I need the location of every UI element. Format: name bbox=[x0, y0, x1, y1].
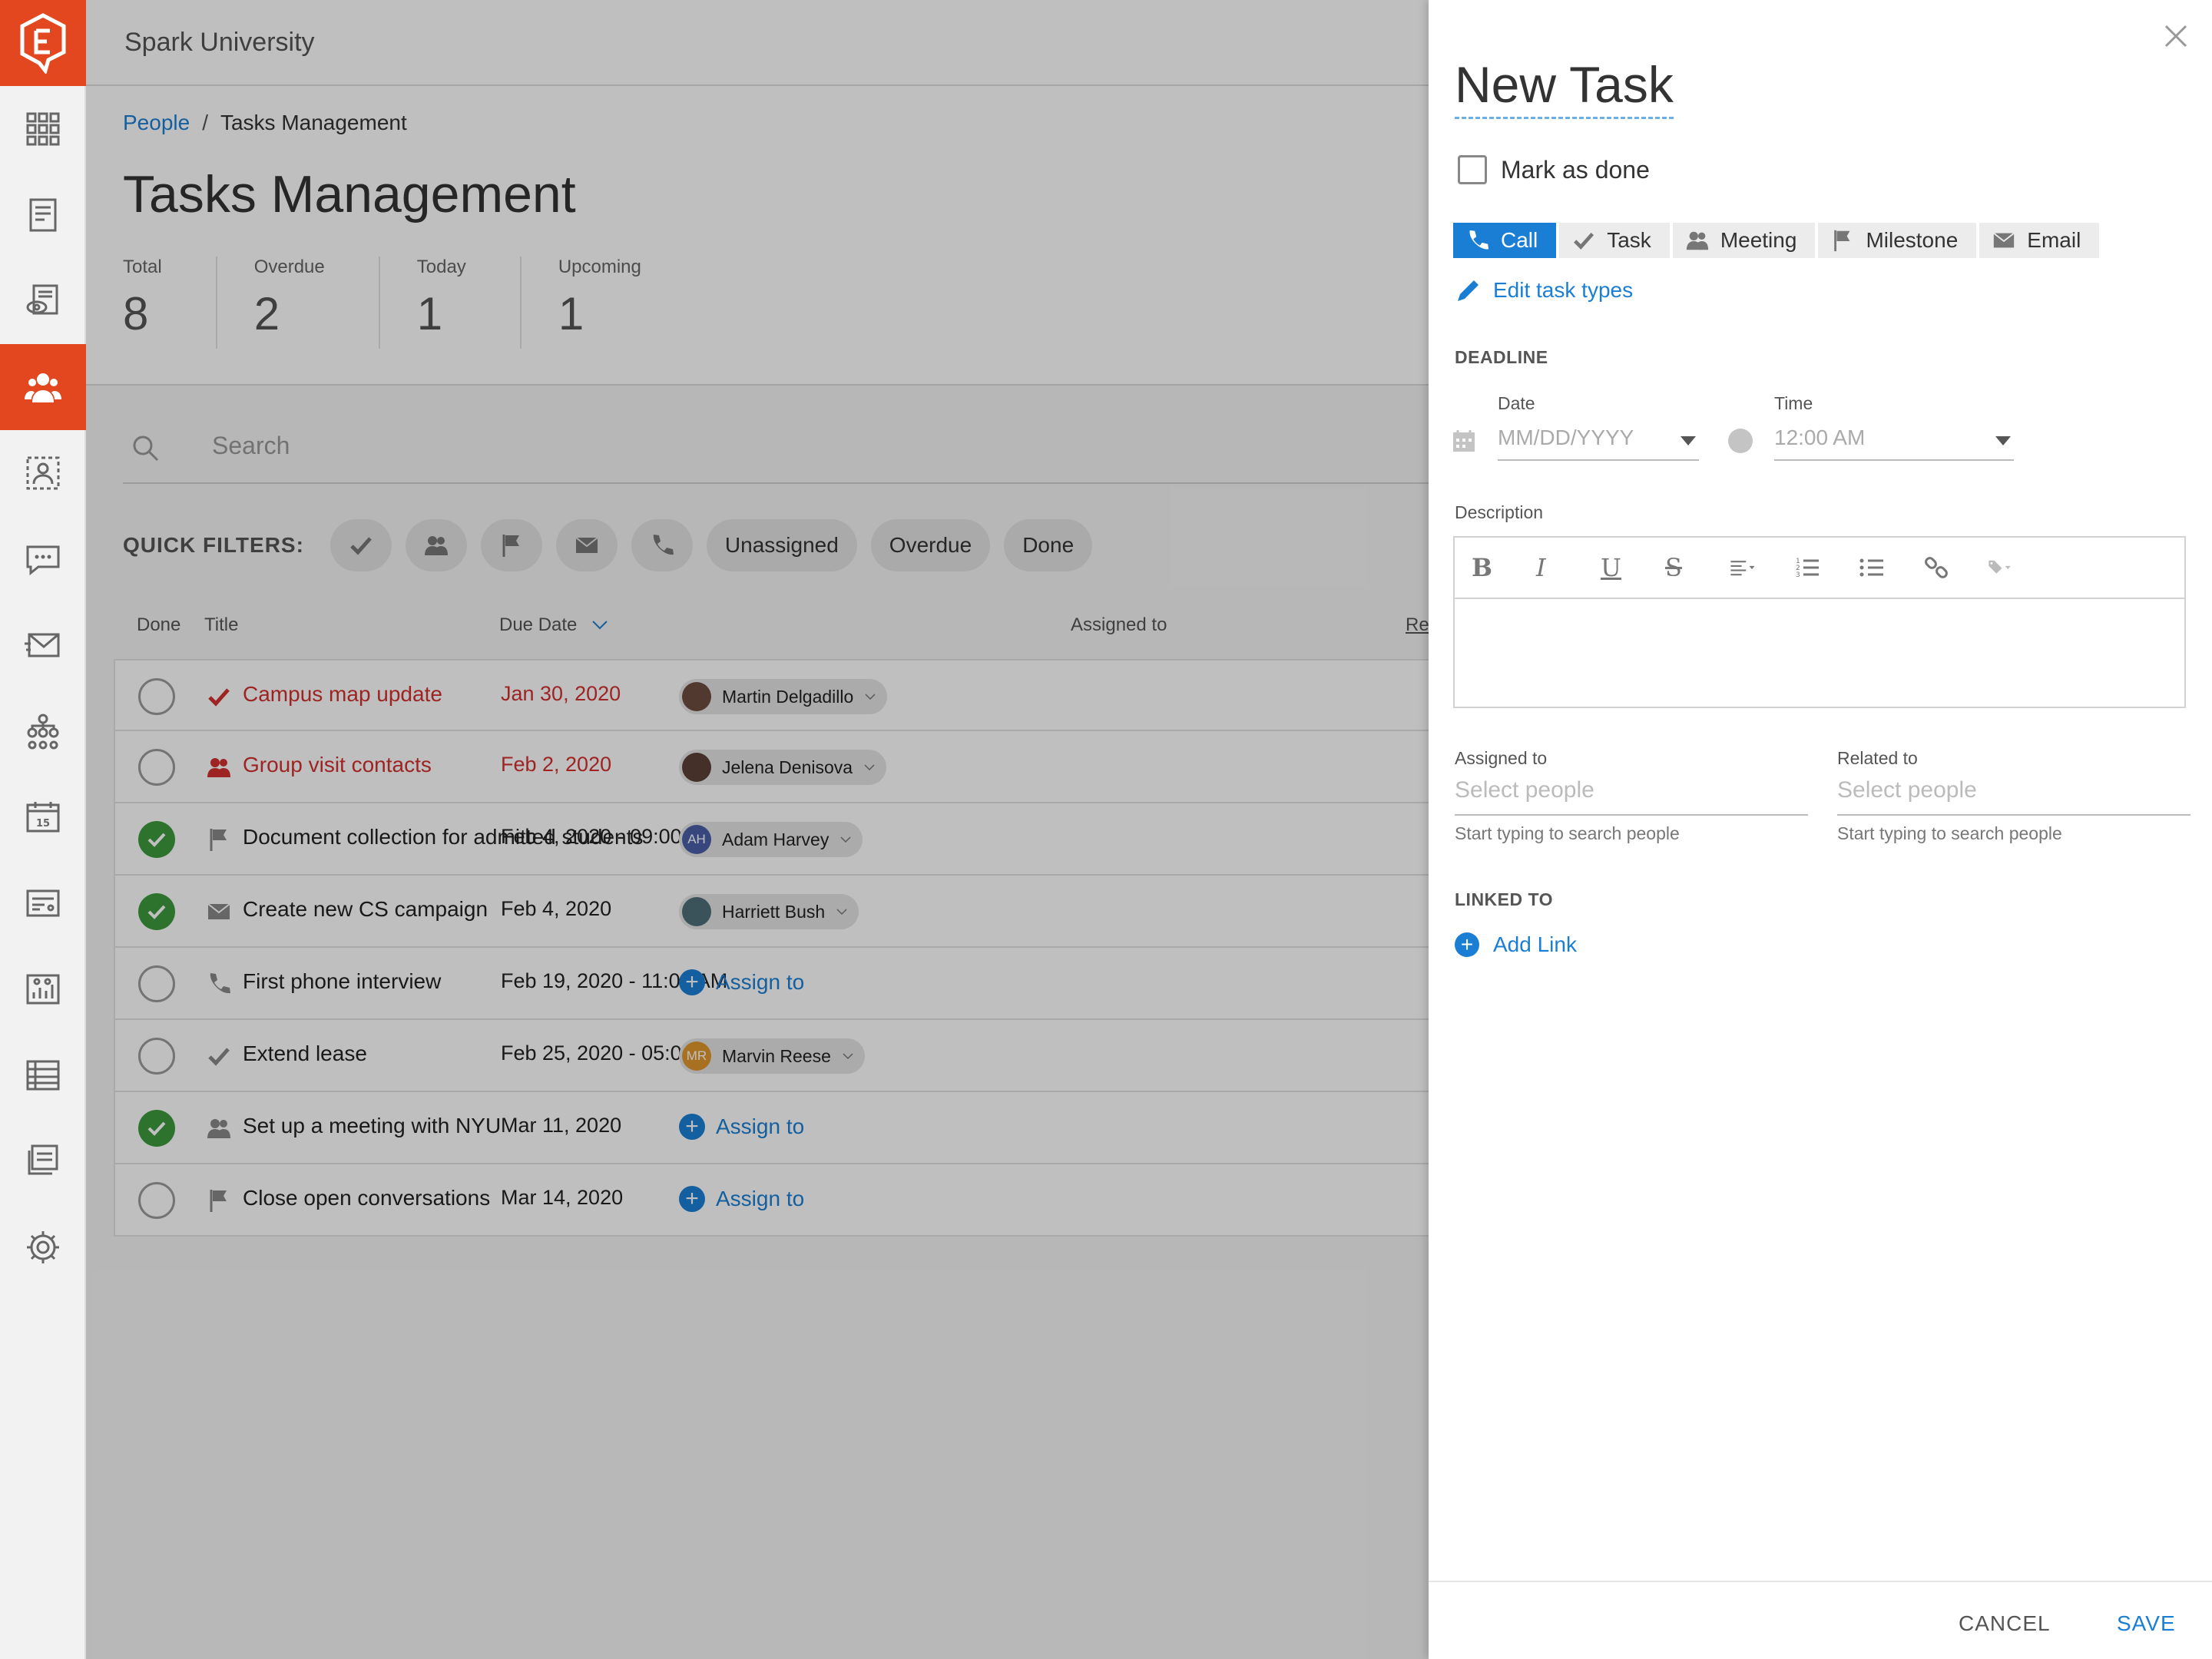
numbered-list-icon[interactable]: 123 bbox=[1794, 555, 1859, 581]
type-call-label: Call bbox=[1501, 228, 1538, 252]
clock-icon[interactable] bbox=[1728, 429, 1753, 453]
people-icon[interactable] bbox=[0, 344, 86, 430]
assigned-to-input[interactable]: Select people bbox=[1455, 770, 1808, 816]
type-meeting-button[interactable]: Meeting bbox=[1672, 223, 1816, 258]
time-field[interactable]: 12:00 AM bbox=[1774, 421, 2014, 461]
sidebar: 15 bbox=[0, 0, 86, 1659]
mail-icon[interactable] bbox=[0, 602, 86, 688]
assigned-to-hint: Start typing to search people bbox=[1455, 823, 1680, 843]
add-link-label: Add Link bbox=[1493, 932, 1577, 956]
date-label: Date bbox=[1498, 393, 1535, 413]
drawer-footer: CANCEL SAVE bbox=[1429, 1581, 2212, 1659]
caret-down-icon[interactable] bbox=[1995, 436, 2011, 445]
calendar-badge: 15 bbox=[36, 818, 50, 830]
deadline-section-title: DEADLINE bbox=[1455, 347, 1548, 367]
checkbox-box[interactable] bbox=[1458, 155, 1487, 184]
description-editor[interactable]: B I U S 123 bbox=[1453, 536, 2186, 708]
milestone-icon bbox=[1834, 230, 1850, 252]
mark-done-checkbox[interactable]: Mark as done bbox=[1458, 155, 1650, 184]
related-to-input[interactable]: Select people bbox=[1837, 770, 2190, 816]
underline-icon[interactable]: U bbox=[1601, 553, 1665, 582]
meeting-icon bbox=[1686, 231, 1708, 250]
edit-task-types-label: Edit task types bbox=[1493, 278, 1634, 302]
description-label: Description bbox=[1455, 502, 1544, 522]
time-label: Time bbox=[1774, 393, 1813, 413]
pencil-icon bbox=[1458, 280, 1479, 301]
calendar-icon[interactable]: 15 bbox=[0, 774, 86, 860]
type-email-label: Email bbox=[2027, 228, 2081, 252]
date-field[interactable]: MM/DD/YYYY bbox=[1498, 421, 1699, 461]
email-icon bbox=[1993, 232, 2015, 248]
assigned-to-label: Assigned to bbox=[1455, 748, 1548, 768]
cancel-button[interactable]: CANCEL bbox=[1959, 1611, 2051, 1636]
close-icon[interactable] bbox=[2163, 23, 2189, 49]
files-icon[interactable] bbox=[0, 1118, 86, 1204]
document-icon[interactable] bbox=[0, 172, 86, 258]
reports-icon[interactable] bbox=[0, 946, 86, 1032]
svg-text:3: 3 bbox=[1796, 571, 1800, 579]
time-placeholder: 12:00 AM bbox=[1774, 426, 1866, 449]
task-title-input[interactable]: New Task bbox=[1455, 55, 1674, 119]
related-to-hint: Start typing to search people bbox=[1837, 823, 2062, 843]
linked-to-section-title: LINKED TO bbox=[1455, 889, 1554, 909]
call-icon bbox=[1469, 230, 1489, 250]
save-button[interactable]: SAVE bbox=[2117, 1611, 2176, 1636]
calendar-icon[interactable] bbox=[1452, 429, 1476, 453]
type-task-label: Task bbox=[1607, 228, 1651, 252]
mark-done-label: Mark as done bbox=[1501, 155, 1650, 184]
forms-icon[interactable] bbox=[0, 860, 86, 946]
date-placeholder: MM/DD/YYYY bbox=[1498, 426, 1634, 449]
task-type-selector: Call Task Meeting Milestone Email bbox=[1453, 223, 2102, 258]
chat-icon[interactable] bbox=[0, 516, 86, 602]
link-icon[interactable] bbox=[1923, 555, 1988, 581]
related-to-label: Related to bbox=[1837, 748, 1918, 768]
tag-icon[interactable] bbox=[1988, 555, 2052, 581]
bold-icon[interactable]: B bbox=[1472, 553, 1536, 582]
org-chart-icon[interactable] bbox=[0, 688, 86, 774]
new-task-drawer: New Task Mark as done Call Task Meeting … bbox=[1429, 0, 2212, 1659]
add-link-button[interactable]: + Add Link bbox=[1455, 932, 1577, 957]
type-task-button[interactable]: Task bbox=[1559, 223, 1670, 258]
type-milestone-button[interactable]: Milestone bbox=[1818, 223, 1977, 258]
type-email-button[interactable]: Email bbox=[1979, 223, 2100, 258]
type-meeting-label: Meeting bbox=[1720, 228, 1797, 252]
settings-icon[interactable] bbox=[0, 1204, 86, 1290]
check-icon bbox=[1574, 232, 1594, 250]
grid-icon[interactable] bbox=[0, 86, 86, 172]
modal-backdrop[interactable] bbox=[86, 0, 1515, 1659]
bullet-list-icon[interactable] bbox=[1859, 555, 1923, 581]
caret-down-icon[interactable] bbox=[1681, 436, 1696, 445]
review-icon[interactable] bbox=[0, 258, 86, 344]
contacts-icon[interactable] bbox=[0, 430, 86, 516]
edit-task-types-link[interactable]: Edit task types bbox=[1455, 276, 1633, 304]
strikethrough-icon[interactable]: S bbox=[1665, 553, 1730, 582]
align-icon[interactable] bbox=[1730, 555, 1794, 581]
type-milestone-label: Milestone bbox=[1866, 228, 1959, 252]
plus-icon: + bbox=[1455, 932, 1479, 957]
table-icon[interactable] bbox=[0, 1032, 86, 1118]
italic-icon[interactable]: I bbox=[1536, 553, 1601, 582]
editor-toolbar: B I U S 123 bbox=[1455, 538, 2184, 599]
app-logo-icon[interactable] bbox=[0, 0, 86, 86]
type-call-button[interactable]: Call bbox=[1453, 223, 1557, 258]
